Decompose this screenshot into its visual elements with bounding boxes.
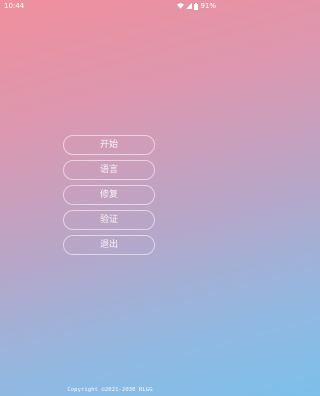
verify-button[interactable]: 验证 bbox=[63, 210, 155, 230]
battery-percent: 91% bbox=[200, 2, 216, 10]
signal-icon bbox=[186, 3, 193, 9]
main-menu: 开始 语言 修复 验证 退出 bbox=[63, 135, 155, 260]
copyright-text: Copyright ©2021-2030 RLGG bbox=[67, 387, 153, 393]
start-button[interactable]: 开始 bbox=[63, 135, 155, 155]
wifi-icon bbox=[177, 3, 185, 9]
repair-button[interactable]: 修复 bbox=[63, 185, 155, 205]
exit-button[interactable]: 退出 bbox=[63, 235, 155, 255]
status-time: 10:44 bbox=[4, 2, 25, 10]
language-button[interactable]: 语言 bbox=[63, 160, 155, 180]
status-icons: 91% bbox=[177, 0, 216, 12]
status-bar: 10:44 91% bbox=[0, 0, 220, 12]
battery-icon bbox=[194, 2, 199, 10]
